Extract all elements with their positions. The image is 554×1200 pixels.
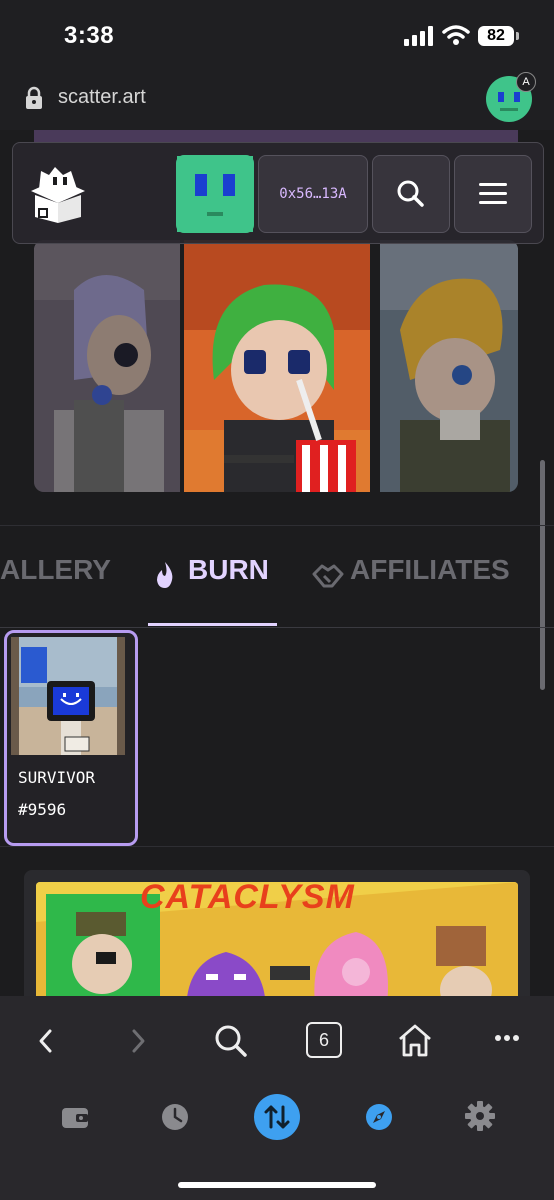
active-tab-indicator [148,623,277,626]
art-card-center[interactable] [184,240,370,492]
wallet-icon[interactable] [60,1102,90,1132]
page-scrollbar[interactable] [540,460,545,690]
settings-gear-icon[interactable] [464,1100,496,1132]
search-icon [397,180,424,207]
banner-title: CATACLYSM [140,878,355,916]
forward-button[interactable] [128,1028,148,1054]
swap-icon[interactable] [254,1094,300,1140]
scatter-logo[interactable] [25,165,91,223]
divider [0,525,554,526]
more-options-icon[interactable] [494,1034,520,1042]
tab-affiliates[interactable]: AFFILIATES [350,554,510,586]
lock-icon [26,86,42,109]
cellular-signal-icon [404,26,433,46]
art-card-right[interactable] [380,240,518,492]
home-indicator[interactable] [178,1182,376,1188]
handshake-icon [312,564,344,588]
explore-icon[interactable] [364,1102,394,1132]
tabs-button[interactable]: 6 [306,1022,342,1058]
history-icon[interactable] [160,1102,190,1132]
hamburger-icon [479,183,507,204]
wallet-address: 0x56…13A [279,186,347,202]
art-strip [34,130,518,142]
home-button[interactable] [396,1022,434,1058]
nft-image [11,637,125,755]
url-text[interactable]: scatter.art [58,86,146,109]
web-page: 0x56…13A ALLERY BURN AFFILIATES SURVIVOR… [0,130,554,996]
back-button[interactable] [36,1028,56,1054]
battery-icon [516,32,519,40]
status-time: 3:38 [64,22,115,49]
site-nav-bar: 0x56…13A [12,142,544,244]
avatar-badge: A [516,72,536,92]
art-card-left[interactable] [34,240,180,492]
search-icon[interactable] [214,1024,248,1058]
wallet-address-button[interactable]: 0x56…13A [258,155,368,233]
flame-icon [157,562,173,588]
wallet-avatar-button[interactable] [176,155,254,233]
menu-button[interactable] [454,155,532,233]
tab-burn[interactable]: BURN [188,554,269,586]
hero-carousel[interactable] [34,240,518,492]
tab-gallery[interactable]: ALLERY [0,554,111,586]
wifi-icon [442,25,470,45]
nft-token-number: #9596 [18,800,67,819]
divider [0,846,554,847]
battery-level: 82 [478,26,514,46]
nft-name: SURVIVOR [18,768,96,787]
search-button[interactable] [372,155,450,233]
divider [0,627,554,628]
